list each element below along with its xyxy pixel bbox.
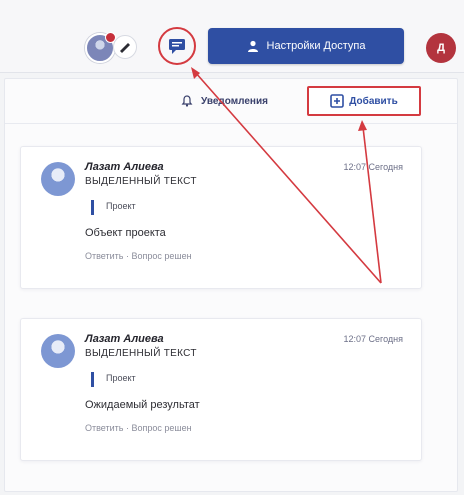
comments-panel-header: Уведомления Добавить bbox=[5, 79, 457, 124]
account-initial: Д bbox=[437, 42, 445, 54]
comment-time: 12:07 Сегодня bbox=[343, 162, 403, 172]
account-avatar[interactable]: Д bbox=[426, 33, 456, 63]
add-comment-button[interactable]: Добавить bbox=[307, 86, 421, 116]
edit-mode-icon[interactable] bbox=[113, 35, 137, 59]
comments-icon[interactable] bbox=[168, 37, 186, 55]
access-settings-button[interactable]: Настройки Доступа bbox=[208, 28, 404, 64]
top-bar: Настройки Доступа Д bbox=[0, 0, 464, 73]
person-icon bbox=[247, 40, 258, 52]
add-comment-label: Добавить bbox=[349, 95, 398, 107]
comment-body: Объект проекта bbox=[85, 227, 166, 239]
author-avatar bbox=[41, 162, 75, 196]
comment-author: Лазат Алиева bbox=[85, 161, 164, 173]
comment-actions[interactable]: Ответить · Вопрос решен bbox=[85, 423, 192, 433]
bell-icon bbox=[181, 95, 193, 107]
author-avatar bbox=[41, 334, 75, 368]
quote-bar bbox=[91, 372, 94, 387]
selected-text-label: ВЫДЕЛЕННЫЙ ТЕКСТ bbox=[85, 348, 197, 359]
collaborator-avatar[interactable] bbox=[85, 32, 116, 63]
comment-author: Лазат Алиева bbox=[85, 333, 164, 345]
add-comment-icon bbox=[330, 94, 345, 108]
quote-bar bbox=[91, 200, 94, 215]
comment-body: Ожидаемый результат bbox=[85, 399, 200, 411]
comment-time: 12:07 Сегодня bbox=[343, 334, 403, 344]
selected-text-label: ВЫДЕЛЕННЫЙ ТЕКСТ bbox=[85, 176, 197, 187]
quote-text: Проект bbox=[106, 201, 136, 211]
comment-card[interactable]: Лазат Алиева 12:07 Сегодня ВЫДЕЛЕННЫЙ ТЕ… bbox=[20, 146, 422, 289]
quote-text: Проект bbox=[106, 373, 136, 383]
comment-actions[interactable]: Ответить · Вопрос решен bbox=[85, 251, 192, 261]
notifications-label: Уведомления bbox=[201, 95, 268, 107]
notifications-link[interactable]: Уведомления bbox=[181, 95, 268, 107]
access-settings-label: Настройки Доступа bbox=[266, 40, 366, 52]
comment-card[interactable]: Лазат Алиева 12:07 Сегодня ВЫДЕЛЕННЫЙ ТЕ… bbox=[20, 318, 422, 461]
